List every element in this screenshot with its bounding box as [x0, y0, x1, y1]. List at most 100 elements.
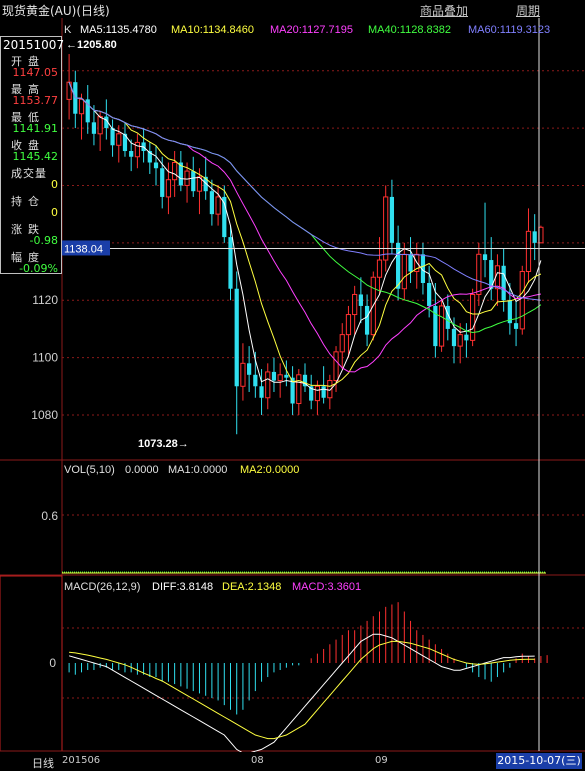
- max-price-label: ←1205.80: [66, 39, 117, 51]
- candle-body-down: [451, 328, 457, 347]
- title-bar: 现货黄金(AU)(日线) 商品叠加 周期: [0, 0, 585, 18]
- candle-body-up: [184, 170, 190, 186]
- legend-vol-ma1: MA1:0.0000: [168, 464, 227, 476]
- window-title: 现货黄金(AU)(日线): [2, 4, 110, 18]
- period-menu-link[interactable]: 周期: [516, 2, 540, 19]
- legend-dea: DEA:2.1348: [222, 581, 281, 593]
- time-axis-bar: 日线 201506 08 09 2015-10-07(三): [0, 752, 585, 771]
- volume-tick-label: 0.6: [41, 509, 58, 523]
- price-tick-label: 1120: [32, 293, 58, 307]
- open-value: 1147.05: [12, 66, 59, 79]
- pct-value: -0.09%: [19, 262, 58, 275]
- candle-body-down: [110, 128, 115, 146]
- candle-body-down: [129, 151, 134, 157]
- cursor-price-value: 1138.04: [64, 243, 103, 255]
- position-value: 0: [51, 206, 58, 219]
- legend-vol-ma2: MA2:0.0000: [240, 464, 299, 476]
- candle-body-down: [464, 334, 469, 341]
- candle-body-up: [333, 351, 339, 382]
- legend-ma20: MA20:1127.7195: [270, 24, 353, 36]
- candle-body-down: [364, 305, 370, 335]
- ma5-line: [68, 82, 542, 391]
- candle-body-up: [172, 161, 178, 181]
- legend-ma40: MA40:1128.8382: [368, 24, 451, 36]
- candle-body-up: [97, 116, 103, 135]
- candle-body-down: [482, 254, 488, 261]
- candle-body-down: [396, 242, 401, 289]
- overlay-menu-link[interactable]: 商品叠加: [420, 2, 468, 19]
- chart-canvas[interactable]: 1120 1100 1080 0.6 0 ←1205.80 1073.28→ 1138.04 K…: [0, 18, 585, 752]
- candle-body-up: [470, 293, 476, 341]
- legend-k: K: [64, 24, 72, 36]
- candle-body-up: [519, 271, 525, 330]
- candle-body-down: [433, 305, 438, 347]
- candle-body-down: [501, 265, 506, 301]
- candle-body-down: [228, 237, 233, 289]
- candle-body-up: [296, 374, 302, 404]
- price-tick-label: 1100: [32, 351, 58, 365]
- legend-vol-value: 0.0000: [125, 464, 159, 476]
- candle-body-up: [525, 230, 532, 273]
- legend-diff: DIFF:3.8148: [152, 581, 213, 593]
- candle-body-down: [408, 254, 413, 272]
- candle-body-up: [116, 133, 122, 146]
- candle-body-up: [277, 374, 283, 382]
- candle-body-up: [215, 196, 221, 215]
- candle-body-up: [339, 334, 345, 353]
- candle-body-down: [209, 191, 214, 215]
- candle-body-down: [427, 282, 432, 306]
- candle-body-down: [247, 363, 252, 375]
- candle-body-up: [352, 293, 358, 316]
- candle-body-down: [153, 162, 159, 169]
- candle-body-up: [457, 334, 463, 347]
- info-date: 20151007: [3, 38, 65, 52]
- macd-diff-line: [68, 633, 535, 752]
- info-panel: 20151007 开盘 1147.05 最高 1153.77 最低 1141.9…: [0, 36, 65, 275]
- candle-body-down: [513, 323, 519, 329]
- legend-ma10: MA10:1134.8460: [171, 24, 254, 36]
- price-tick-label: 1080: [31, 408, 58, 422]
- candle-body-down: [160, 168, 165, 197]
- candle-body-up: [240, 362, 246, 387]
- candle-body-down: [284, 374, 289, 378]
- candle-body-down: [191, 171, 196, 192]
- candle-body-down: [321, 386, 326, 398]
- candle-body-down: [532, 231, 537, 243]
- low-value: 1141.91: [12, 122, 59, 135]
- candle-body-down: [358, 294, 363, 306]
- candle-body-down: [271, 371, 277, 381]
- time-label-aug: 08: [251, 755, 264, 766]
- change-value: -0.98: [29, 234, 58, 247]
- candle-body-down: [91, 122, 97, 134]
- candle-body-down: [259, 386, 264, 398]
- period-tab-daily[interactable]: 日线: [32, 755, 54, 771]
- candle-body-up: [438, 305, 445, 347]
- legend-macd-value: MACD:3.3601: [292, 581, 361, 593]
- candle-body-up: [401, 253, 407, 290]
- candle-body-down: [234, 288, 239, 387]
- candle-body-up: [376, 259, 383, 278]
- legend-ma5: MA5:1135.4780: [80, 24, 157, 36]
- legend-macd: MACD(26,12,9): [64, 581, 140, 593]
- ma60-line: [68, 82, 541, 301]
- candle-body-up: [314, 385, 321, 402]
- candle-body-down: [253, 374, 258, 387]
- candle-body-up: [134, 141, 140, 158]
- candle-body-up: [265, 371, 271, 399]
- macd-tick-label: 0: [49, 656, 56, 670]
- candle-body-down: [389, 196, 395, 243]
- candle-body-up: [165, 179, 172, 198]
- time-label-start: 201506: [62, 755, 101, 766]
- candle-body-up: [383, 196, 389, 261]
- time-label-sep: 09: [375, 755, 388, 766]
- candle-body-up: [345, 314, 352, 336]
- close-value: 1145.42: [12, 150, 59, 163]
- candle-body-up: [78, 98, 85, 115]
- current-date-box: 2015-10-07(三): [496, 753, 582, 769]
- position-label: 持仓: [11, 195, 45, 208]
- macd-dea-line: [69, 640, 535, 740]
- min-price-label: 1073.28→: [138, 438, 189, 450]
- legend-vol: VOL(5,10): [64, 464, 115, 476]
- volume-label: 成交量: [11, 167, 47, 180]
- candle-body-up: [476, 253, 482, 295]
